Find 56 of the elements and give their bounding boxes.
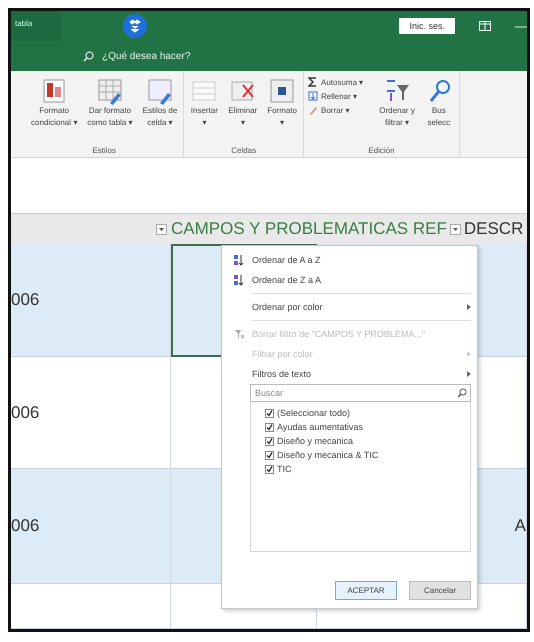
filter-dropdown-button[interactable] bbox=[450, 224, 461, 234]
caret-icon bbox=[159, 228, 164, 230]
checkbox[interactable] bbox=[265, 422, 274, 432]
tell-me-field[interactable]: ¿Qué desea hacer? bbox=[102, 50, 190, 62]
caret-icon bbox=[452, 228, 458, 230]
ribbon-command[interactable]: Formato condicional ▾ bbox=[29, 77, 80, 129]
dropbox-logo bbox=[123, 14, 147, 38]
group-label: Edición bbox=[367, 146, 396, 155]
cell-style-icon bbox=[146, 77, 174, 105]
cancel-button[interactable]: Cancelar bbox=[409, 581, 471, 600]
filter-dropdown-button[interactable] bbox=[156, 224, 167, 234]
column-header: CAMPOS Y PROBLEMATICAS REF bbox=[171, 219, 447, 239]
group-label: Estilos bbox=[91, 146, 117, 155]
ribbon-command[interactable]: Borrar ▾ bbox=[308, 105, 364, 115]
value-option[interactable]: Diseño y mecanica & TIC bbox=[265, 448, 470, 462]
checkbox[interactable] bbox=[265, 436, 274, 446]
sort-icon bbox=[234, 274, 244, 286]
sort-icon bbox=[234, 254, 244, 266]
ok-button[interactable]: ACEPTAR bbox=[335, 581, 397, 600]
value-option[interactable]: (Seleccionar todo) bbox=[265, 406, 470, 420]
fill-down-icon bbox=[308, 91, 318, 101]
ribbon-command[interactable]: Eliminar ▾ bbox=[226, 77, 260, 129]
menu-item[interactable]: Ordenar de A a Z bbox=[226, 250, 471, 270]
checkbox[interactable] bbox=[265, 450, 274, 460]
eraser-icon bbox=[308, 105, 318, 115]
table-cell: 006 bbox=[11, 244, 171, 357]
ribbon-tab[interactable]: tabla bbox=[11, 11, 61, 41]
ribbon-command[interactable]: Formato ▾ bbox=[265, 77, 299, 129]
ribbon-display-icon[interactable] bbox=[479, 21, 491, 31]
menu-item[interactable]: Ordenar de Z a A bbox=[226, 270, 471, 290]
clear-filter-icon bbox=[234, 329, 244, 339]
ribbon-command[interactable]: Ordenar y filtrar ▾ bbox=[377, 77, 417, 129]
search-field[interactable]: Buscar bbox=[250, 384, 471, 402]
menu-item[interactable]: Filtros de texto bbox=[226, 364, 471, 384]
search-icon bbox=[457, 388, 467, 398]
sigma-icon bbox=[308, 77, 318, 87]
search-icon bbox=[83, 50, 94, 62]
value-option[interactable]: Ayudas aumentativas bbox=[265, 420, 470, 434]
checkbox[interactable] bbox=[265, 464, 274, 474]
sign-in-button[interactable]: Inic. ses. bbox=[399, 18, 455, 34]
column-header: DESCR bbox=[464, 219, 524, 239]
ribbon-command[interactable]: Bus selecc bbox=[422, 77, 455, 129]
table-cell: 006 bbox=[11, 357, 171, 469]
table-cell: 006 bbox=[11, 469, 171, 584]
table-format-icon bbox=[96, 77, 124, 105]
value-option[interactable]: Diseño y mecanica bbox=[265, 434, 470, 448]
format-icon bbox=[268, 77, 296, 105]
checkbox[interactable] bbox=[265, 408, 274, 418]
ribbon-command[interactable]: Autosuma ▾ bbox=[308, 77, 364, 87]
ribbon-command[interactable]: Estilos de celda ▾ bbox=[140, 77, 180, 129]
minimize-button[interactable]: — bbox=[515, 19, 527, 33]
menu-item[interactable]: Ordenar por color bbox=[226, 297, 471, 317]
ribbon-command[interactable]: Insertar ▾ bbox=[188, 77, 220, 129]
ribbon-command[interactable]: Rellenar ▾ bbox=[308, 91, 364, 101]
group-label: Celdas bbox=[230, 146, 258, 155]
ribbon-command[interactable]: Dar formato como tabla ▾ bbox=[85, 77, 135, 129]
